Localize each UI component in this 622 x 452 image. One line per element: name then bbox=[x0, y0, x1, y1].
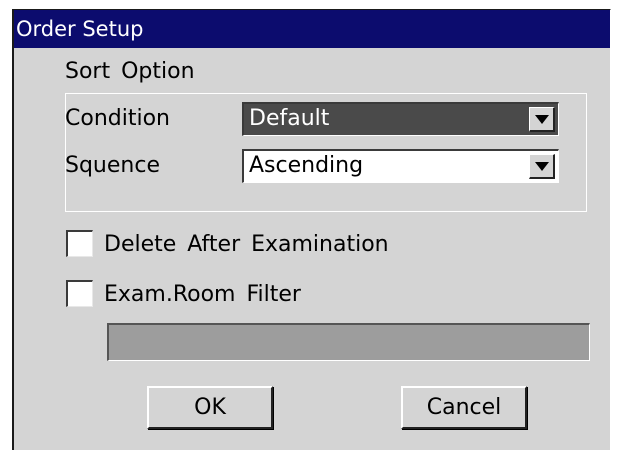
condition-dropdown-button[interactable] bbox=[529, 107, 555, 132]
order-setup-dialog: Order Setup Sort Option Condition Defaul… bbox=[12, 9, 611, 450]
sequence-value: Ascending bbox=[249, 153, 364, 178]
dialog-title: Order Setup bbox=[14, 10, 610, 48]
delete-after-exam-checkbox[interactable] bbox=[66, 230, 93, 257]
cancel-button[interactable]: Cancel bbox=[401, 386, 527, 429]
sequence-dropdown-button[interactable] bbox=[529, 154, 555, 179]
chevron-down-icon bbox=[534, 161, 549, 171]
exam-room-filter-field bbox=[107, 323, 590, 361]
sequence-dropdown[interactable]: Ascending bbox=[242, 149, 559, 183]
condition-value: Default bbox=[249, 106, 330, 131]
condition-dropdown[interactable]: Default bbox=[242, 102, 559, 136]
exam-room-filter-checkbox[interactable] bbox=[66, 280, 93, 307]
delete-after-exam-label[interactable]: Delete After Examination bbox=[104, 232, 389, 257]
sequence-label: Squence bbox=[65, 153, 160, 178]
ok-button[interactable]: OK bbox=[147, 386, 273, 429]
sort-option-label: Sort Option bbox=[65, 59, 195, 84]
dialog-bottom-edge bbox=[14, 444, 610, 450]
exam-room-filter-label[interactable]: Exam.Room Filter bbox=[104, 282, 301, 307]
chevron-down-icon bbox=[534, 114, 549, 124]
condition-label: Condition bbox=[65, 106, 170, 131]
